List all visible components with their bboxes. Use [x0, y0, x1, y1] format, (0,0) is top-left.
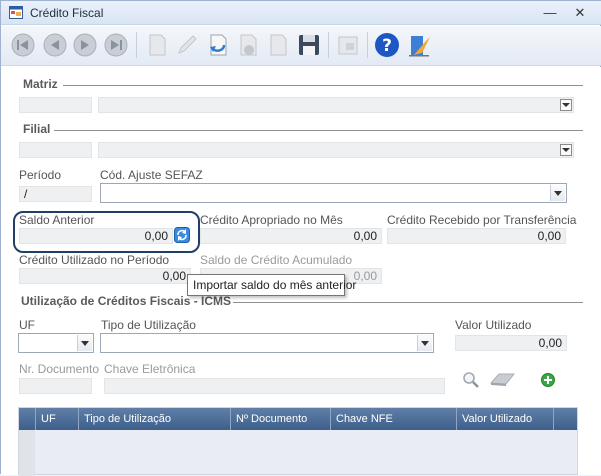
close-button[interactable]: ✕ — [570, 4, 590, 22]
grid-row-header-stub — [19, 430, 35, 476]
print-button[interactable] — [264, 31, 292, 59]
grid-col-filler — [553, 408, 577, 430]
credito-apropriado-field[interactable]: 0,00 — [200, 228, 382, 244]
search-button[interactable] — [462, 371, 480, 389]
new-document-icon — [149, 34, 166, 56]
edit-record-button[interactable] — [173, 31, 201, 59]
utilizacao-grid[interactable]: UF Tipo de Utilização Nº Documento Chave… — [18, 407, 578, 476]
grid-header: UF Tipo de Utilização Nº Documento Chave… — [19, 408, 577, 430]
form-content: Matriz Filial Período / Cód. Ajuste SEFA… — [1, 67, 601, 476]
chave-eletronica-field[interactable] — [104, 378, 445, 394]
eraser-icon — [489, 373, 516, 386]
matriz-dropdown-arrow-icon[interactable] — [560, 99, 572, 111]
chave-eletronica-label: Chave Eletrônica — [104, 362, 196, 376]
last-record-button[interactable] — [102, 31, 130, 59]
credito-utilizado-field[interactable]: 0,00 — [19, 268, 191, 284]
matriz-code-field[interactable] — [19, 97, 92, 113]
add-icon — [541, 373, 555, 387]
print-icon — [270, 34, 287, 56]
saldo-acumulado-label: Saldo de Crédito Acumulado — [200, 253, 353, 267]
pencil-icon — [178, 35, 197, 54]
tipo-utilizacao-label: Tipo de Utilização — [101, 318, 196, 332]
tipo-utilizacao-select[interactable] — [100, 333, 434, 353]
help-button[interactable]: ? — [373, 31, 401, 59]
last-icon — [104, 33, 128, 57]
credito-apropriado-label: Crédito Apropriado no Mês — [200, 213, 343, 227]
matriz-section-title: Matriz — [23, 77, 58, 91]
import-saldo-tooltip: Importar saldo do mês anterior — [187, 274, 356, 296]
svg-text:?: ? — [382, 36, 392, 56]
minimize-button[interactable]: — — [540, 4, 560, 22]
new-record-button[interactable] — [143, 31, 171, 59]
credito-recebido-field[interactable]: 0,00 — [387, 228, 566, 244]
save-button[interactable] — [295, 31, 323, 59]
next-record-button[interactable] — [71, 31, 99, 59]
matriz-select[interactable] — [98, 97, 574, 113]
magnifier-icon — [463, 372, 479, 388]
grid-col-valor-utilizado[interactable]: Valor Utilizado — [456, 408, 553, 430]
title-bar: Crédito Fiscal — ✕ — [1, 1, 601, 25]
next-icon — [73, 33, 97, 57]
ajuste-sefaz-dropdown-arrow-icon[interactable] — [550, 185, 565, 201]
grid-col-chave-nfe[interactable]: Chave NFE — [330, 408, 456, 430]
grid-col-nr-documento[interactable]: Nº Documento — [230, 408, 330, 430]
previous-record-button[interactable] — [41, 31, 69, 59]
app-form-icon — [9, 6, 23, 19]
exit-door-icon — [409, 36, 430, 57]
filial-divider — [54, 130, 583, 131]
toolbar-separator — [136, 32, 137, 58]
saldo-anterior-highlight — [13, 211, 200, 253]
uf-label: UF — [19, 318, 35, 332]
filial-code-field[interactable] — [19, 142, 92, 158]
periodo-label: Período — [19, 168, 62, 182]
window-title: Crédito Fiscal — [30, 6, 104, 20]
help-icon: ? — [375, 33, 399, 57]
toolbar: ? — [1, 26, 601, 66]
undo-button[interactable] — [204, 31, 232, 59]
periodo-field[interactable]: / — [19, 186, 92, 202]
uf-dropdown-arrow-icon[interactable] — [77, 335, 92, 351]
lock-button[interactable] — [334, 31, 362, 59]
matriz-divider — [63, 85, 583, 86]
ajuste-sefaz-select[interactable] — [100, 183, 567, 203]
filial-select[interactable] — [98, 142, 574, 158]
exit-button[interactable] — [406, 31, 434, 59]
nr-documento-field[interactable] — [19, 378, 92, 394]
grid-col-uf[interactable]: UF — [35, 408, 78, 430]
delete-icon — [240, 34, 257, 56]
credito-recebido-label: Crédito Recebido por Transferência — [387, 213, 577, 227]
nr-documento-label: Nr. Documento — [19, 362, 100, 376]
valor-utilizado-field[interactable]: 0,00 — [455, 335, 567, 351]
first-icon — [11, 33, 35, 57]
add-button[interactable] — [541, 373, 555, 387]
delete-record-button[interactable] — [234, 31, 262, 59]
valor-utilizado-label: Valor Utilizado — [455, 318, 532, 332]
toolbar-separator — [328, 32, 329, 58]
utilizacao-section-title: Utilização de Créditos Fiscais - ICMS — [21, 294, 232, 308]
lock-icon — [338, 36, 358, 55]
credito-utilizado-label: Crédito Utilizado no Período — [19, 253, 170, 267]
ajuste-sefaz-label: Cód. Ajuste SEFAZ — [100, 168, 203, 182]
toolbar-separator — [367, 32, 368, 58]
uf-select[interactable] — [18, 333, 94, 353]
previous-icon — [43, 33, 67, 57]
tipo-utilizacao-dropdown-arrow-icon[interactable] — [417, 335, 432, 351]
filial-dropdown-arrow-icon[interactable] — [560, 144, 572, 156]
utilizacao-divider — [233, 302, 583, 303]
undo-icon — [210, 34, 227, 56]
save-icon — [299, 35, 319, 55]
clear-button[interactable] — [488, 371, 516, 387]
first-record-button[interactable] — [9, 31, 37, 59]
credito-fiscal-window: Crédito Fiscal — ✕ ? Matriz Filial Perío… — [0, 0, 601, 476]
grid-col-tipo-utilizacao[interactable]: Tipo de Utilização — [78, 408, 230, 430]
filial-section-title: Filial — [23, 122, 51, 136]
